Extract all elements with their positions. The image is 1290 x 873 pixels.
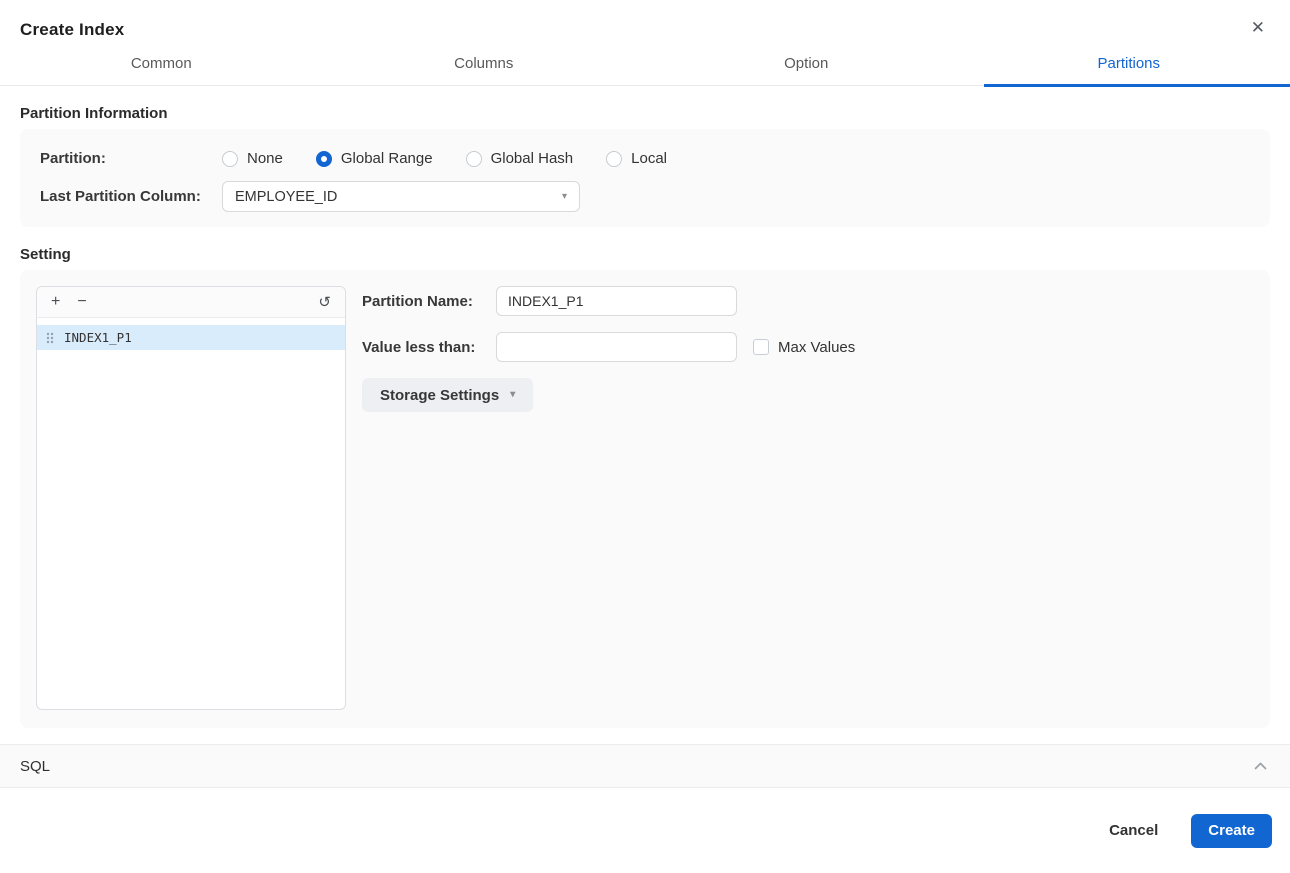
- radio-global-range-label: Global Range: [340, 150, 433, 167]
- drag-handle-icon[interactable]: [46, 332, 54, 344]
- sql-section-bar[interactable]: SQL: [0, 744, 1290, 788]
- setting-heading: Setting: [20, 246, 71, 263]
- tab-partitions[interactable]: Partitions: [968, 55, 1290, 87]
- partition-list: + − ↺ INDEX1_P1: [36, 286, 346, 710]
- radio-none-label: None: [247, 150, 283, 167]
- caret-down-icon: ▾: [561, 190, 567, 202]
- partition-information-panel: Partition: None Global Range Global Hash: [20, 129, 1270, 227]
- storage-settings-button[interactable]: Storage Settings ▾: [362, 378, 534, 412]
- tab-common[interactable]: Common: [0, 55, 323, 85]
- radio-circle-icon: [606, 150, 623, 167]
- partition-list-toolbar: + − ↺: [37, 287, 345, 318]
- storage-settings-label: Storage Settings: [380, 386, 500, 404]
- radio-none[interactable]: None: [222, 150, 283, 167]
- value-less-than-row: Value less than: Max Values: [362, 332, 1254, 362]
- partition-list-item[interactable]: INDEX1_P1: [37, 325, 345, 350]
- sql-section-label: SQL: [20, 757, 51, 775]
- last-partition-column-label: Last Partition Column:: [40, 188, 201, 205]
- radio-local-label: Local: [631, 150, 667, 167]
- dialog-header: Create Index ✕: [0, 0, 1290, 40]
- radio-global-hash-label: Global Hash: [490, 150, 574, 167]
- radio-circle-icon: [465, 150, 482, 167]
- max-values-option[interactable]: Max Values: [753, 339, 855, 356]
- partition-information-heading: Partition Information: [20, 105, 168, 122]
- tab-option[interactable]: Option: [645, 55, 968, 85]
- checkbox-icon: [753, 339, 769, 355]
- partition-label: Partition:: [40, 150, 106, 167]
- value-less-than-input[interactable]: [496, 332, 737, 362]
- radio-local[interactable]: Local: [606, 150, 667, 167]
- add-partition-icon[interactable]: +: [51, 294, 60, 310]
- remove-partition-icon[interactable]: −: [77, 294, 86, 310]
- partition-name-row: Partition Name:: [362, 286, 1254, 316]
- close-icon[interactable]: ✕: [1251, 19, 1265, 36]
- partition-radio-group: None Global Range Global Hash Local: [222, 150, 667, 167]
- tab-bar: Common Columns Option Partitions: [0, 55, 1290, 87]
- radio-global-hash[interactable]: Global Hash: [465, 150, 574, 167]
- radio-global-range[interactable]: Global Range: [315, 150, 433, 167]
- last-partition-column-value: EMPLOYEE_ID: [235, 188, 338, 205]
- chevron-up-icon[interactable]: [1254, 762, 1267, 770]
- radio-circle-icon: [222, 150, 238, 167]
- partition-radio-row: Partition: None Global Range Global Hash: [40, 150, 1250, 167]
- partition-name-label: Partition Name:: [362, 292, 473, 310]
- cancel-button[interactable]: Cancel: [1109, 822, 1158, 839]
- refresh-icon[interactable]: ↺: [318, 295, 331, 310]
- dialog-title: Create Index: [20, 20, 125, 39]
- value-less-than-label: Value less than:: [362, 338, 476, 356]
- dialog-body: Partition Information Partition: None Gl…: [0, 86, 1290, 728]
- tab-columns[interactable]: Columns: [323, 55, 646, 85]
- dialog-footer: Cancel Create: [0, 788, 1290, 873]
- create-index-dialog: Create Index ✕ Common Columns Option Par…: [0, 0, 1290, 873]
- partition-list-item-name: INDEX1_P1: [64, 330, 132, 345]
- radio-circle-icon: [315, 150, 332, 167]
- last-partition-column-select[interactable]: EMPLOYEE_ID ▾: [222, 181, 580, 212]
- partition-form: Partition Name: Value less than: Max Val…: [362, 286, 1254, 412]
- partition-name-input[interactable]: [496, 286, 737, 316]
- max-values-label: Max Values: [778, 338, 856, 356]
- last-partition-column-row: Last Partition Column: EMPLOYEE_ID ▾: [40, 181, 1250, 212]
- storage-settings-row: Storage Settings ▾: [362, 378, 1254, 412]
- setting-panel: + − ↺ INDEX1_P1 Partition Name: INDEX1_P…: [20, 270, 1270, 728]
- partition-list-body: INDEX1_P1: [37, 318, 345, 709]
- caret-down-icon: ▾: [510, 389, 516, 400]
- create-button[interactable]: Create: [1191, 813, 1272, 848]
